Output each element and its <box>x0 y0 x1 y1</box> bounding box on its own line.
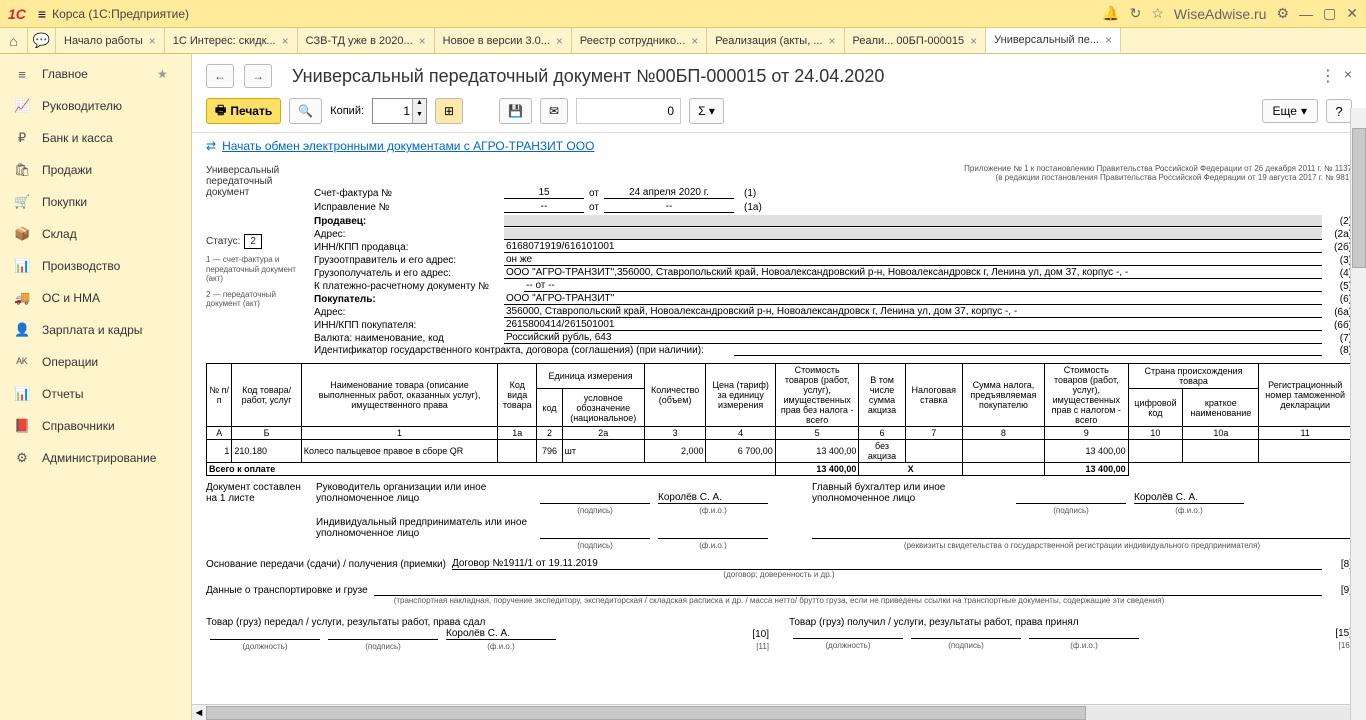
spin-up[interactable]: ▲ <box>412 99 426 111</box>
tab-2[interactable]: СЗВ-ТД уже в 2020...× <box>298 28 435 53</box>
grid-button[interactable]: ⊞ <box>435 98 463 124</box>
tab-7[interactable]: Универсальный пе...× <box>986 28 1121 53</box>
nav-back[interactable]: ← <box>206 64 234 88</box>
close-icon[interactable]: × <box>970 34 977 48</box>
tab-6[interactable]: Реали... 00БП-000015× <box>845 28 987 53</box>
menu-icon[interactable]: ≡ <box>38 6 46 22</box>
report-icon: 📊 <box>14 386 30 402</box>
sidebar-item[interactable]: ₽Банк и касса <box>0 122 191 154</box>
chat-icon[interactable]: 💬 <box>28 28 56 53</box>
logo-1c: 1C <box>8 6 26 22</box>
history-icon[interactable]: ↻ <box>1130 5 1142 22</box>
doc-title: Универсальный передаточный документ №00Б… <box>292 66 884 87</box>
table-row: 1210.180Колесо пальцевое правое в сборе … <box>207 439 1352 462</box>
book-icon: 📕 <box>14 418 30 434</box>
sidebar-item[interactable]: 📦Склад <box>0 218 191 250</box>
close-icon[interactable]: × <box>282 34 289 48</box>
box-icon: 📦 <box>14 226 30 242</box>
bell-icon[interactable]: 🔔 <box>1102 5 1119 22</box>
home-icon[interactable]: ⌂ <box>0 28 28 53</box>
copies-label: Копий: <box>330 105 364 117</box>
v-scrollbar[interactable] <box>1350 108 1366 720</box>
close-icon[interactable]: × <box>691 34 698 48</box>
diskette-icon: 💾 <box>508 104 523 118</box>
kebab-icon[interactable]: ⋮ <box>1320 66 1336 86</box>
sidebar-item[interactable]: 🛒Покупки <box>0 186 191 218</box>
save-button[interactable]: 💾 <box>499 98 532 124</box>
sidebar-item[interactable]: 👤Зарплата и кадры <box>0 314 191 346</box>
tab-3[interactable]: Новое в версии 3.0...× <box>435 28 572 53</box>
status-box: 2 <box>244 234 262 249</box>
tab-5[interactable]: Реализация (акты, ...× <box>707 28 844 53</box>
close-doc-icon[interactable]: × <box>1344 66 1352 86</box>
mail-icon: ✉ <box>549 104 559 118</box>
ruble-icon: ₽ <box>14 130 30 146</box>
brand-link[interactable]: WiseAdwise.ru <box>1174 6 1267 22</box>
sidebar-item[interactable]: 📊Отчеты <box>0 378 191 410</box>
mail-button[interactable]: ✉ <box>540 98 568 124</box>
close-icon[interactable]: × <box>1105 33 1112 47</box>
star-icon[interactable]: ★ <box>157 67 177 81</box>
menu-icon: ≡ <box>14 67 30 82</box>
sidebar-item[interactable]: 📈Руководителю <box>0 90 191 122</box>
close-icon[interactable]: × <box>149 34 156 48</box>
maximize-icon[interactable]: ▢ <box>1323 5 1336 22</box>
close-icon[interactable]: × <box>828 34 835 48</box>
close-icon[interactable]: × <box>419 34 426 48</box>
sum-button[interactable]: Σ ▾ <box>689 98 724 124</box>
truck-icon: 🚚 <box>14 290 30 306</box>
sidebar-item[interactable]: 📕Справочники <box>0 410 191 442</box>
cart-icon: 🛒 <box>14 194 30 210</box>
sidebar-item[interactable]: 🛍Продажи <box>0 154 191 186</box>
help-button[interactable]: ? <box>1326 99 1352 123</box>
magnify-icon: 🔍 <box>298 104 313 118</box>
spin-down[interactable]: ▼ <box>412 111 426 123</box>
sidebar: ≡Главное★ 📈Руководителю ₽Банк и касса 🛍П… <box>0 54 192 720</box>
minimize-icon[interactable]: — <box>1299 6 1313 22</box>
tabbar: ⌂ 💬 Начало работы× 1С Интерес: скидк...×… <box>0 28 1366 54</box>
sidebar-item[interactable]: 📊Производство <box>0 250 191 282</box>
close-window-icon[interactable]: ✕ <box>1346 5 1358 22</box>
h-scrollbar[interactable]: ◄► <box>192 704 1366 720</box>
ops-icon: ᴬᴷ <box>14 355 30 370</box>
more-button[interactable]: Еще▾ <box>1262 99 1318 123</box>
settings-icon[interactable]: ⚙ <box>1276 5 1289 22</box>
exchange-link[interactable]: Начать обмен электронными документами с … <box>222 139 594 153</box>
app-title: Корса (1С:Предприятие) <box>52 7 189 21</box>
factory-icon: 📊 <box>14 258 30 274</box>
tab-4[interactable]: Реестр сотруднико...× <box>572 28 707 53</box>
exchange-icon: ⇄ <box>206 139 216 153</box>
document-body: Универсальный передаточный документ Стат… <box>192 159 1366 704</box>
gear-icon: ⚙ <box>14 450 30 466</box>
tab-0[interactable]: Начало работы× <box>56 28 165 53</box>
sidebar-item[interactable]: ≡Главное★ <box>0 58 191 90</box>
sidebar-item[interactable]: ᴬᴷОперации <box>0 346 191 378</box>
print-button[interactable]: 🖶Печать <box>206 98 281 124</box>
person-icon: 👤 <box>14 322 30 338</box>
chart-icon: 📈 <box>14 98 30 114</box>
nav-fwd[interactable]: → <box>244 64 272 88</box>
printer-icon: 🖶 <box>215 101 226 122</box>
tab-1[interactable]: 1С Интерес: скидк...× <box>165 28 298 53</box>
star-icon[interactable]: ☆ <box>1151 5 1164 22</box>
sidebar-item[interactable]: ⚙Администрирование <box>0 442 191 474</box>
titlebar: 1C ≡ Корса (1С:Предприятие) 🔔 ↻ ☆ WiseAd… <box>0 0 1366 28</box>
sidebar-item[interactable]: 🚚ОС и НМА <box>0 282 191 314</box>
goods-table: № п/п Код товара/ работ, услуг Наименова… <box>206 363 1352 476</box>
bag-icon: 🛍 <box>14 162 30 178</box>
preview-button[interactable]: 🔍 <box>289 98 322 124</box>
num-input[interactable] <box>576 98 681 124</box>
close-icon[interactable]: × <box>556 34 563 48</box>
